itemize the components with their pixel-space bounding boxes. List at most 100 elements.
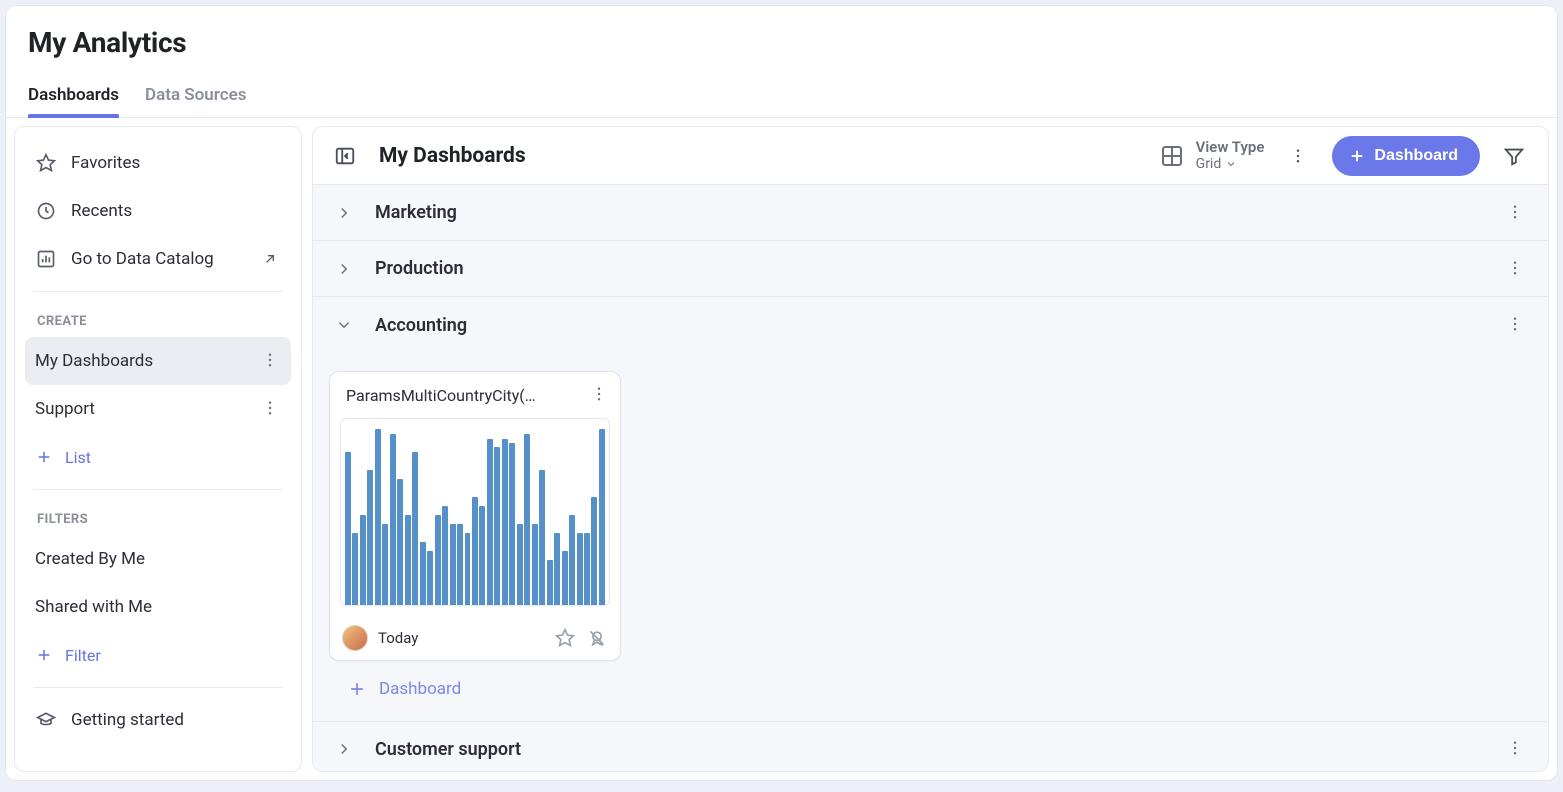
- sidebar-heading-filters: FILTERS: [25, 498, 291, 535]
- add-filter-button[interactable]: Filter: [25, 631, 291, 679]
- group-row-marketing[interactable]: Marketing: [313, 185, 1548, 241]
- chevron-down-icon: [335, 316, 361, 334]
- star-icon[interactable]: [554, 627, 576, 649]
- bar: [502, 439, 508, 605]
- group-title: Customer support: [375, 739, 521, 760]
- bar: [509, 443, 515, 605]
- bar: [599, 429, 605, 605]
- sidebar-item-getting-started[interactable]: Getting started: [25, 696, 291, 744]
- star-icon: [35, 152, 57, 174]
- sidebar-item-support[interactable]: Support: [25, 385, 291, 433]
- bar: [591, 497, 597, 605]
- chevron-right-icon: [335, 260, 361, 278]
- bar: [539, 470, 545, 605]
- external-link-icon: [259, 248, 281, 270]
- sidebar-item-recents[interactable]: Recents: [25, 187, 291, 235]
- more-vertical-icon[interactable]: [590, 385, 610, 405]
- add-list-label: List: [65, 448, 91, 467]
- dashboard-card[interactable]: ParamsMultiCountryCity(… Today: [329, 371, 621, 661]
- bar: [465, 533, 471, 605]
- sidebar-heading-create: CREATE: [25, 300, 291, 337]
- bar: [457, 524, 463, 605]
- sidebar-item-label: Go to Data Catalog: [71, 249, 214, 269]
- sidebar-item-favorites[interactable]: Favorites: [25, 139, 291, 187]
- bar: [584, 533, 590, 605]
- new-dashboard-label: Dashboard: [1374, 147, 1458, 165]
- divider: [33, 291, 283, 292]
- sidebar-item-shared-with-me[interactable]: Shared with Me: [25, 583, 291, 631]
- group-row-production[interactable]: Production: [313, 241, 1548, 297]
- sidebar-item-label: Getting started: [71, 710, 184, 730]
- bar: [405, 515, 411, 605]
- add-list-button[interactable]: List: [25, 433, 291, 481]
- bar: [427, 551, 433, 605]
- chevron-down-icon: [1225, 158, 1237, 170]
- sidebar-item-label: My Dashboards: [35, 351, 153, 371]
- tab-dashboards[interactable]: Dashboards: [28, 85, 119, 117]
- plus-icon: [35, 448, 53, 466]
- more-vertical-icon[interactable]: [1506, 203, 1526, 223]
- collapse-sidebar-icon[interactable]: [329, 140, 361, 172]
- bar: [532, 524, 538, 605]
- bar: [412, 452, 418, 605]
- bar: [577, 533, 583, 605]
- view-type-selected: Grid: [1196, 156, 1222, 172]
- filter-icon[interactable]: [1498, 140, 1530, 172]
- sidebar-item-label: Shared with Me: [35, 597, 152, 617]
- sidebar-item-my-dashboards[interactable]: My Dashboards: [25, 337, 291, 385]
- group-title: Marketing: [375, 202, 457, 223]
- group-row-accounting[interactable]: Accounting: [313, 297, 1548, 353]
- avatar: [342, 625, 368, 651]
- bar: [547, 560, 553, 605]
- bar: [367, 470, 373, 605]
- main-scroll[interactable]: Marketing Production: [313, 185, 1548, 771]
- app-header: My Analytics Dashboards Data Sources: [6, 6, 1557, 118]
- bar: [420, 542, 426, 605]
- sidebar-item-label: Support: [35, 399, 95, 419]
- view-type-selector[interactable]: View Type Grid: [1160, 139, 1265, 172]
- more-vertical-icon[interactable]: [1506, 259, 1526, 279]
- bar: [517, 524, 523, 605]
- group-title: Production: [375, 258, 464, 279]
- more-vertical-icon[interactable]: [1282, 140, 1314, 172]
- sidebar-item-label: Favorites: [71, 153, 140, 173]
- bar: [472, 497, 478, 605]
- sidebar-item-data-catalog[interactable]: Go to Data Catalog: [25, 235, 291, 283]
- bar: [479, 506, 485, 605]
- bar: [360, 515, 366, 605]
- certified-off-icon[interactable]: [586, 627, 608, 649]
- more-vertical-icon[interactable]: [261, 351, 281, 371]
- new-dashboard-button[interactable]: Dashboard: [1332, 136, 1480, 176]
- chevron-right-icon: [335, 740, 361, 758]
- group-title: Accounting: [375, 315, 467, 336]
- plus-icon: [1348, 147, 1366, 165]
- card-chart: [340, 418, 610, 606]
- sidebar-item-label: Created By Me: [35, 549, 145, 569]
- main-title: My Dashboards: [379, 144, 526, 168]
- bar: [524, 434, 530, 605]
- bar: [494, 447, 500, 605]
- more-vertical-icon[interactable]: [261, 399, 281, 419]
- tab-data-sources[interactable]: Data Sources: [145, 85, 246, 117]
- sidebar-item-created-by-me[interactable]: Created By Me: [25, 535, 291, 583]
- group-body-accounting: ParamsMultiCountryCity(… Today: [313, 353, 1548, 721]
- add-filter-label: Filter: [65, 646, 101, 665]
- bar: [435, 515, 441, 605]
- more-vertical-icon[interactable]: [1506, 739, 1526, 759]
- graduation-cap-icon: [35, 709, 57, 731]
- bar: [554, 533, 560, 605]
- sidebar: Favorites Recents Go to Data Catalog: [14, 126, 302, 772]
- bar: [442, 506, 448, 605]
- bar: [569, 515, 575, 605]
- grid-icon: [1160, 144, 1184, 168]
- main-panel: My Dashboards View Type Grid: [312, 126, 1549, 772]
- main-header: My Dashboards View Type Grid: [313, 127, 1548, 185]
- bar: [382, 524, 388, 605]
- group-row-customer-support[interactable]: Customer support: [313, 721, 1548, 771]
- more-vertical-icon[interactable]: [1506, 315, 1526, 335]
- view-type-label: View Type: [1196, 139, 1265, 156]
- add-dashboard-label: Dashboard: [379, 679, 461, 699]
- bar-chart-icon: [35, 248, 57, 270]
- add-dashboard-button[interactable]: Dashboard: [329, 661, 1532, 717]
- bar: [352, 533, 358, 605]
